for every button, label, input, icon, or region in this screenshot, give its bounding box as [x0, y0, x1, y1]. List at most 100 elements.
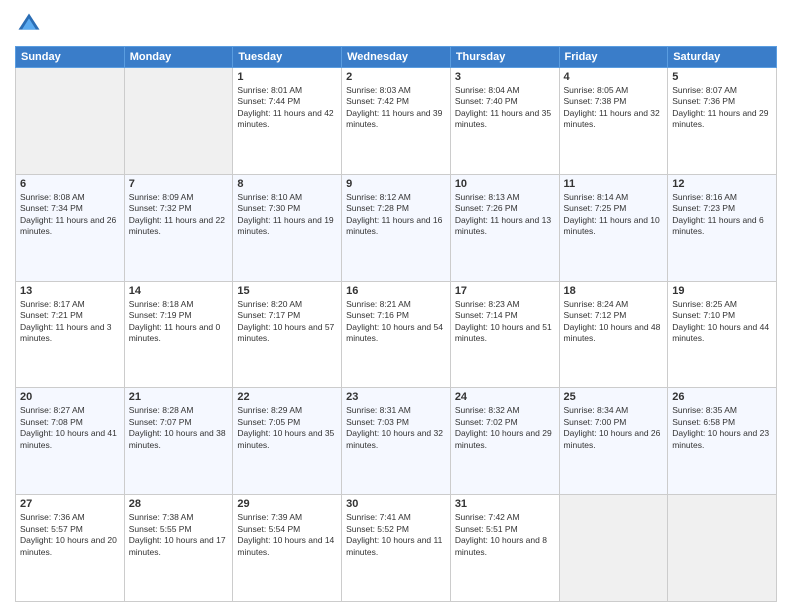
calendar-cell: 26 Sunrise: 8:35 AMSunset: 6:58 PMDayligh…: [668, 388, 777, 495]
cell-info: Sunrise: 8:17 AMSunset: 7:21 PMDaylight:…: [20, 299, 120, 345]
cell-info: Sunrise: 8:05 AMSunset: 7:38 PMDaylight:…: [564, 85, 664, 131]
cell-info: Sunrise: 7:42 AMSunset: 5:51 PMDaylight:…: [455, 512, 555, 558]
calendar-cell: [16, 68, 125, 175]
day-number: 3: [455, 71, 555, 83]
day-number: 26: [672, 391, 772, 403]
calendar-cell: 3 Sunrise: 8:04 AMSunset: 7:40 PMDaylight…: [450, 68, 559, 175]
calendar-cell: 4 Sunrise: 8:05 AMSunset: 7:38 PMDaylight…: [559, 68, 668, 175]
calendar-cell: [559, 495, 668, 602]
cell-info: Sunrise: 8:07 AMSunset: 7:36 PMDaylight:…: [672, 85, 772, 131]
calendar-cell: 20 Sunrise: 8:27 AMSunset: 7:08 PMDayligh…: [16, 388, 125, 495]
cell-info: Sunrise: 7:36 AMSunset: 5:57 PMDaylight:…: [20, 512, 120, 558]
day-number: 27: [20, 498, 120, 510]
day-number: 6: [20, 178, 120, 190]
cell-info: Sunrise: 8:10 AMSunset: 7:30 PMDaylight:…: [237, 192, 337, 238]
logo-icon: [15, 10, 43, 38]
calendar-table: SundayMondayTuesdayWednesdayThursdayFrid…: [15, 46, 777, 602]
day-number: 9: [346, 178, 446, 190]
calendar-cell: 7 Sunrise: 8:09 AMSunset: 7:32 PMDaylight…: [124, 174, 233, 281]
calendar-cell: 11Sunrise: 8:14 AMSunset: 7:25 PMDayligh…: [559, 174, 668, 281]
calendar-cell: 2 Sunrise: 8:03 AMSunset: 7:42 PMDaylight…: [342, 68, 451, 175]
weekday-header-tuesday: Tuesday: [233, 47, 342, 68]
calendar-cell: 24 Sunrise: 8:32 AMSunset: 7:02 PMDayligh…: [450, 388, 559, 495]
cell-info: Sunrise: 8:32 AMSunset: 7:02 PMDaylight:…: [455, 405, 555, 451]
calendar-cell: 1 Sunrise: 8:01 AMSunset: 7:44 PMDaylight…: [233, 68, 342, 175]
cell-info: Sunrise: 8:27 AMSunset: 7:08 PMDaylight:…: [20, 405, 120, 451]
calendar-cell: [124, 68, 233, 175]
calendar-cell: 6Sunrise: 8:08 AMSunset: 7:34 PMDaylight…: [16, 174, 125, 281]
day-number: 30: [346, 498, 446, 510]
day-number: 5: [672, 71, 772, 83]
cell-info: Sunrise: 8:16 AMSunset: 7:23 PMDaylight:…: [672, 192, 772, 238]
day-number: 8: [237, 178, 337, 190]
day-number: 29: [237, 498, 337, 510]
day-number: 12: [672, 178, 772, 190]
cell-info: Sunrise: 8:12 AMSunset: 7:28 PMDaylight:…: [346, 192, 446, 238]
cell-info: Sunrise: 7:41 AMSunset: 5:52 PMDaylight:…: [346, 512, 446, 558]
cell-info: Sunrise: 8:29 AMSunset: 7:05 PMDaylight:…: [237, 405, 337, 451]
cell-info: Sunrise: 8:25 AMSunset: 7:10 PMDaylight:…: [672, 299, 772, 345]
cell-info: Sunrise: 7:39 AMSunset: 5:54 PMDaylight:…: [237, 512, 337, 558]
calendar-cell: 21 Sunrise: 8:28 AMSunset: 7:07 PMDayligh…: [124, 388, 233, 495]
day-number: 7: [129, 178, 229, 190]
weekday-header-sunday: Sunday: [16, 47, 125, 68]
cell-info: Sunrise: 8:03 AMSunset: 7:42 PMDaylight:…: [346, 85, 446, 131]
logo: [15, 10, 47, 38]
calendar-cell: 31 Sunrise: 7:42 AMSunset: 5:51 PMDayligh…: [450, 495, 559, 602]
day-number: 19: [672, 285, 772, 297]
cell-info: Sunrise: 8:01 AMSunset: 7:44 PMDaylight:…: [237, 85, 337, 131]
header: [15, 10, 777, 38]
calendar-cell: 14 Sunrise: 8:18 AMSunset: 7:19 PMDayligh…: [124, 281, 233, 388]
cell-info: Sunrise: 8:13 AMSunset: 7:26 PMDaylight:…: [455, 192, 555, 238]
cell-info: Sunrise: 8:09 AMSunset: 7:32 PMDaylight:…: [129, 192, 229, 238]
weekday-header-saturday: Saturday: [668, 47, 777, 68]
cell-info: Sunrise: 7:38 AMSunset: 5:55 PMDaylight:…: [129, 512, 229, 558]
day-number: 28: [129, 498, 229, 510]
day-number: 14: [129, 285, 229, 297]
calendar-cell: 10Sunrise: 8:13 AMSunset: 7:26 PMDayligh…: [450, 174, 559, 281]
cell-info: Sunrise: 8:24 AMSunset: 7:12 PMDaylight:…: [564, 299, 664, 345]
day-number: 2: [346, 71, 446, 83]
day-number: 15: [237, 285, 337, 297]
day-number: 21: [129, 391, 229, 403]
day-number: 24: [455, 391, 555, 403]
calendar-cell: 23 Sunrise: 8:31 AMSunset: 7:03 PMDayligh…: [342, 388, 451, 495]
calendar-cell: [668, 495, 777, 602]
calendar-cell: 19 Sunrise: 8:25 AMSunset: 7:10 PMDayligh…: [668, 281, 777, 388]
calendar-cell: 29 Sunrise: 7:39 AMSunset: 5:54 PMDayligh…: [233, 495, 342, 602]
calendar-cell: 25Sunrise: 8:34 AMSunset: 7:00 PMDayligh…: [559, 388, 668, 495]
cell-info: Sunrise: 8:28 AMSunset: 7:07 PMDaylight:…: [129, 405, 229, 451]
cell-info: Sunrise: 8:23 AMSunset: 7:14 PMDaylight:…: [455, 299, 555, 345]
day-number: 1: [237, 71, 337, 83]
day-number: 17: [455, 285, 555, 297]
week-row-2: 6Sunrise: 8:08 AMSunset: 7:34 PMDaylight…: [16, 174, 777, 281]
day-number: 11: [564, 178, 664, 190]
cell-info: Sunrise: 8:35 AMSunset: 6:58 PMDaylight:…: [672, 405, 772, 451]
weekday-header-monday: Monday: [124, 47, 233, 68]
day-number: 20: [20, 391, 120, 403]
cell-info: Sunrise: 8:04 AMSunset: 7:40 PMDaylight:…: [455, 85, 555, 131]
calendar-cell: 22 Sunrise: 8:29 AMSunset: 7:05 PMDayligh…: [233, 388, 342, 495]
calendar-cell: 27 Sunrise: 7:36 AMSunset: 5:57 PMDayligh…: [16, 495, 125, 602]
day-number: 13: [20, 285, 120, 297]
calendar-cell: 28 Sunrise: 7:38 AMSunset: 5:55 PMDayligh…: [124, 495, 233, 602]
weekday-header-friday: Friday: [559, 47, 668, 68]
day-number: 16: [346, 285, 446, 297]
day-number: 22: [237, 391, 337, 403]
calendar-cell: 5 Sunrise: 8:07 AMSunset: 7:36 PMDaylight…: [668, 68, 777, 175]
calendar-cell: 18 Sunrise: 8:24 AMSunset: 7:12 PMDayligh…: [559, 281, 668, 388]
day-number: 23: [346, 391, 446, 403]
weekday-header-thursday: Thursday: [450, 47, 559, 68]
calendar-cell: 13 Sunrise: 8:17 AMSunset: 7:21 PMDayligh…: [16, 281, 125, 388]
cell-info: Sunrise: 8:20 AMSunset: 7:17 PMDaylight:…: [237, 299, 337, 345]
day-number: 18: [564, 285, 664, 297]
page: SundayMondayTuesdayWednesdayThursdayFrid…: [0, 0, 792, 612]
calendar-cell: 16Sunrise: 8:21 AMSunset: 7:16 PMDayligh…: [342, 281, 451, 388]
day-number: 31: [455, 498, 555, 510]
day-number: 4: [564, 71, 664, 83]
cell-info: Sunrise: 8:18 AMSunset: 7:19 PMDaylight:…: [129, 299, 229, 345]
weekday-header-wednesday: Wednesday: [342, 47, 451, 68]
week-row-3: 13 Sunrise: 8:17 AMSunset: 7:21 PMDayligh…: [16, 281, 777, 388]
week-row-4: 20 Sunrise: 8:27 AMSunset: 7:08 PMDayligh…: [16, 388, 777, 495]
cell-info: Sunrise: 8:31 AMSunset: 7:03 PMDaylight:…: [346, 405, 446, 451]
